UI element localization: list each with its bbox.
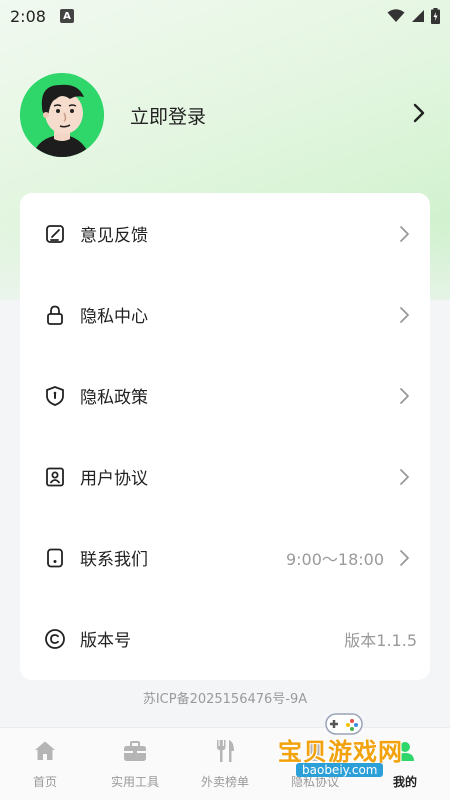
avatar[interactable] — [20, 73, 104, 157]
menu-item-contact-us[interactable]: 联系我们 9:00～18:00 — [20, 517, 430, 598]
home-icon — [33, 738, 57, 764]
toolbox-icon — [122, 738, 148, 764]
tab-label: 隐私协议 — [290, 775, 339, 789]
menu-item-version: 版本号 版本1.1.5 — [20, 598, 430, 679]
tab-label: 实用工具 — [110, 775, 159, 789]
phone-icon — [44, 547, 66, 569]
tab-tools[interactable]: 实用工具 — [90, 728, 180, 800]
chevron-right-icon — [398, 306, 410, 324]
version-value: 版本1.1.5 — [344, 630, 417, 650]
tab-home[interactable]: 首页 — [0, 728, 90, 800]
login-label[interactable]: 立即登录 — [130, 102, 206, 129]
status-time: 2:08 — [10, 6, 46, 26]
chevron-right-icon — [398, 225, 410, 243]
user-agreement-icon — [44, 466, 66, 488]
tab-label: 外卖榜单 — [200, 775, 249, 789]
feedback-icon — [44, 223, 66, 245]
status-icons — [387, 8, 440, 24]
settings-card: 意见反馈 隐私中心 隐私政策 用户协议 联系我们 9:00～18:00 版本号 … — [20, 193, 430, 680]
menu-item-user-agreement[interactable]: 用户协议 — [20, 436, 430, 517]
chevron-right-icon[interactable] — [412, 103, 426, 127]
tab-label: 首页 — [32, 775, 57, 789]
tab-mine[interactable]: 我的 — [360, 728, 450, 800]
menu-item-label: 联系我们 — [80, 550, 148, 570]
icp-record[interactable]: 苏ICP备2025156476号-9A — [0, 688, 450, 707]
shield-icon — [44, 385, 66, 407]
copyright-icon — [44, 628, 66, 650]
fork-knife-icon — [213, 738, 237, 764]
status-bar: 2:08 A — [0, 0, 450, 32]
notification-icon: A — [59, 9, 74, 23]
lock-icon — [44, 304, 66, 326]
menu-item-feedback[interactable]: 意见反馈 — [20, 193, 430, 274]
chevron-right-icon — [398, 468, 410, 486]
tab-takeout-ranking[interactable]: 外卖榜单 — [180, 728, 270, 800]
user-icon — [393, 738, 417, 764]
cartoon-man-avatar — [20, 73, 104, 157]
profile-login-row[interactable]: 立即登录 — [20, 72, 430, 158]
menu-item-label: 隐私政策 — [80, 388, 148, 408]
menu-item-label: 版本号 — [80, 631, 131, 651]
menu-item-label: 意见反馈 — [80, 226, 148, 246]
menu-item-label: 用户协议 — [80, 469, 148, 489]
signal-icon — [412, 10, 424, 22]
tab-label: 我的 — [392, 775, 417, 789]
chevron-right-icon — [398, 387, 410, 405]
chevron-right-icon — [398, 549, 410, 567]
menu-item-label: 隐私中心 — [80, 307, 148, 327]
document-icon — [304, 738, 326, 764]
tab-privacy-agreement[interactable]: 隐私协议 — [270, 728, 360, 800]
battery-icon — [431, 8, 440, 24]
bottom-tab-bar: 首页 实用工具 外卖榜单 隐私协议 我的 — [0, 727, 450, 800]
wifi-icon — [387, 9, 405, 22]
menu-item-privacy-policy[interactable]: 隐私政策 — [20, 355, 430, 436]
contact-hours-value: 9:00～18:00 — [285, 549, 384, 569]
menu-item-privacy-center[interactable]: 隐私中心 — [20, 274, 430, 355]
